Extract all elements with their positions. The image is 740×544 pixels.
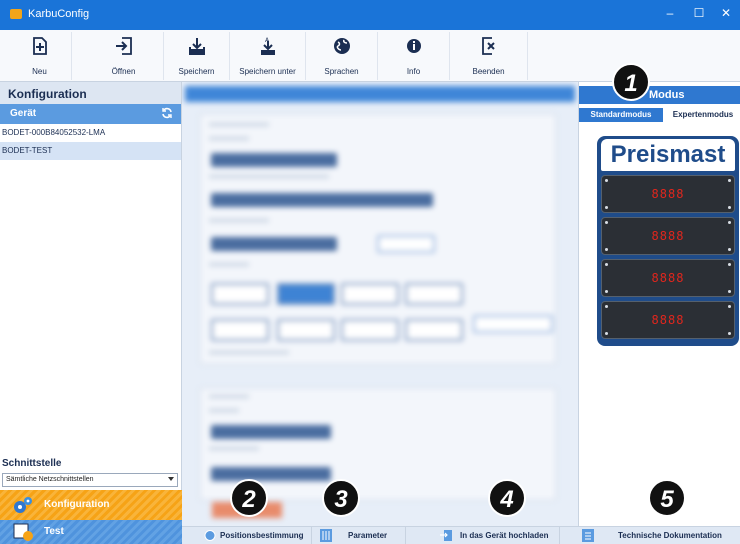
sliders-icon	[320, 529, 332, 542]
form-panel-top	[200, 114, 556, 364]
tab-standard-mode[interactable]: Standardmodus	[579, 108, 663, 122]
mode-title: Modus	[579, 86, 740, 104]
annotation-badge-3: 3	[322, 479, 360, 517]
new-button[interactable]: Neu	[8, 32, 72, 80]
position-icon	[204, 530, 216, 541]
mode-panel: Modus Standardmodus Expertenmodus Preism…	[578, 82, 740, 526]
info-icon	[406, 39, 421, 53]
languages-label: Sprachen	[324, 67, 359, 76]
new-label: Neu	[32, 67, 47, 76]
bottom-bar: Positionsbestimmung Parameter In das Ger…	[182, 526, 740, 544]
nav-test-label: Test	[44, 526, 64, 537]
price-display[interactable]: 8888	[601, 175, 735, 213]
nav-configuration[interactable]: Konfiguration	[0, 490, 182, 520]
open-label: Öffnen	[111, 67, 136, 76]
price-pylon-title: Preismast	[601, 139, 735, 171]
document-icon	[582, 529, 594, 542]
exit-icon	[481, 37, 495, 55]
price-pylon-preview: Preismast 8888 8888 8888 8888	[597, 136, 739, 346]
parameter-button[interactable]: Parameter	[316, 527, 406, 544]
mode-tabs: Standardmodus Expertenmodus	[579, 108, 740, 122]
annotation-badge-4: 4	[488, 479, 526, 517]
device-header: Gerät	[0, 104, 181, 124]
app-window: KarbuConfig – ☐ ✕ Neu Öffnen Speichern A…	[0, 0, 740, 544]
title-bar: KarbuConfig – ☐ ✕	[0, 0, 740, 30]
device-header-label: Gerät	[10, 108, 37, 119]
test-icon	[13, 523, 33, 541]
price-display-value: 8888	[651, 229, 685, 243]
interface-value: Sämtliche Netzschnittstellen	[6, 476, 94, 483]
save-button[interactable]: Speichern	[164, 32, 230, 80]
refresh-icon[interactable]	[161, 107, 173, 119]
annotation-badge-5: 5	[648, 479, 686, 517]
device-item-lma[interactable]: BODET-000B84052532-LMA	[0, 124, 181, 142]
interface-header: Schnittstelle	[2, 458, 62, 469]
form-header-bar	[185, 86, 575, 102]
sidebar: Konfiguration Gerät BODET-000B84052532-L…	[0, 82, 182, 544]
price-display[interactable]: 8888	[601, 217, 735, 255]
app-icon	[10, 9, 22, 19]
interface-select[interactable]: Sämtliche Netzschnittstellen	[2, 473, 178, 487]
upload-button[interactable]: In das Gerät hochladen	[436, 527, 560, 544]
docs-label: Technische Dokumentation	[618, 531, 722, 540]
gears-icon	[14, 497, 32, 513]
globe-icon	[333, 38, 350, 54]
save-as-button[interactable]: A Speichern unter	[230, 32, 306, 80]
annotation-badge-2: 2	[230, 479, 268, 517]
nav-test[interactable]: Test	[0, 520, 182, 544]
new-file-icon	[32, 37, 47, 55]
maximize-button[interactable]: ☐	[689, 6, 709, 20]
save-as-label: Speichern unter	[239, 67, 296, 76]
device-item-test[interactable]: BODET-TEST	[0, 142, 181, 160]
annotation-badge-1: 1	[612, 63, 650, 101]
chevron-down-icon	[168, 477, 174, 481]
price-display-value: 8888	[651, 187, 685, 201]
save-icon	[188, 38, 205, 55]
languages-button[interactable]: Sprachen	[306, 32, 378, 80]
price-display[interactable]: 8888	[601, 301, 735, 339]
open-button[interactable]: Öffnen	[84, 32, 164, 80]
tab-expert-mode[interactable]: Expertenmodus	[665, 108, 740, 122]
price-display-value: 8888	[651, 313, 685, 327]
docs-button[interactable]: Technische Dokumentation	[578, 527, 740, 544]
price-display[interactable]: 8888	[601, 259, 735, 297]
position-button[interactable]: Positionsbestimmung	[200, 527, 312, 544]
save-as-icon: A	[260, 37, 275, 55]
price-display-value: 8888	[651, 271, 685, 285]
parameter-label: Parameter	[348, 531, 388, 540]
minimize-button[interactable]: –	[660, 6, 680, 20]
config-form-blurred	[182, 82, 578, 544]
open-icon	[115, 37, 132, 55]
close-button[interactable]: ✕	[716, 6, 736, 20]
info-label: Info	[406, 67, 421, 76]
info-button[interactable]: Info	[378, 32, 450, 80]
sidebar-title: Konfiguration	[0, 82, 181, 104]
nav-configuration-label: Konfiguration	[44, 499, 110, 510]
window-title: KarbuConfig	[28, 8, 90, 20]
exit-label: Beenden	[472, 67, 505, 76]
upload-icon	[440, 530, 452, 541]
save-label: Speichern	[178, 67, 215, 76]
upload-label: In das Gerät hochladen	[460, 531, 549, 540]
exit-button[interactable]: Beenden	[450, 32, 528, 80]
position-label: Positionsbestimmung	[220, 531, 304, 540]
